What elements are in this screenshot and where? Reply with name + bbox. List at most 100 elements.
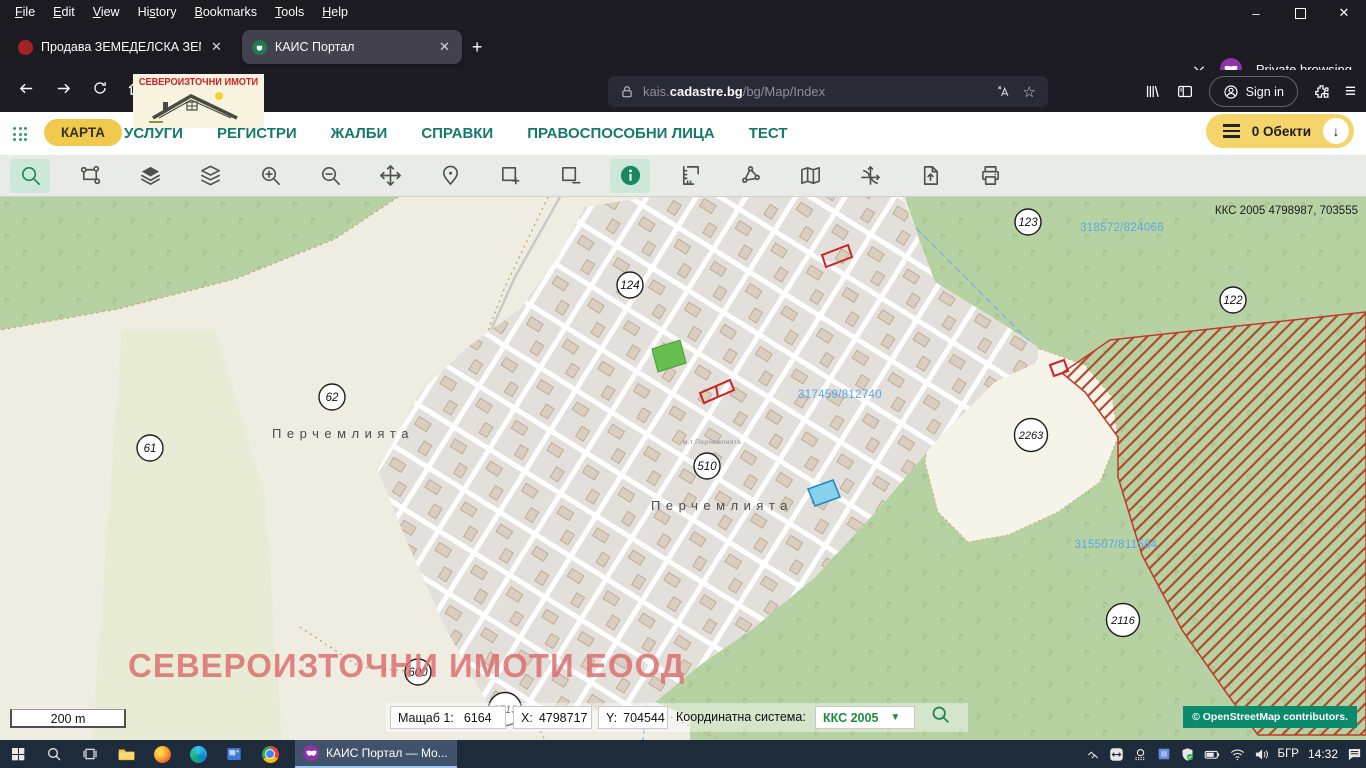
tray-hidden-icons[interactable]	[1086, 747, 1100, 761]
menu-file[interactable]: File	[6, 2, 44, 22]
objects-button[interactable]: 0 Обекти ↓	[1206, 114, 1354, 148]
menu-history[interactable]: History	[129, 2, 186, 22]
translate-icon[interactable]	[996, 84, 1011, 99]
bookmark-star-icon[interactable]: ☆	[1023, 83, 1036, 101]
nav-item-правоспособни-лица[interactable]: ПРАВОСПОСОБНИ ЛИЦА	[527, 125, 715, 142]
parcel-id-label: 318572/824066	[1080, 222, 1164, 234]
screen-record-icon[interactable]	[1133, 747, 1148, 762]
file-explorer-icon[interactable]	[108, 740, 144, 768]
cadastre-circle-label: 2116	[1107, 604, 1140, 637]
map-coords-readout: ККС 2005 4798987, 703555	[1215, 205, 1358, 217]
wifi-icon[interactable]	[1230, 748, 1245, 761]
tab-2-close-icon[interactable]: ✕	[437, 39, 452, 55]
tool-fold-map-icon[interactable]	[790, 159, 830, 193]
map-search-button[interactable]	[930, 704, 951, 730]
maximize-button[interactable]	[1278, 0, 1322, 26]
battery-icon[interactable]	[1204, 748, 1221, 761]
tool-layers-base-icon[interactable]	[130, 159, 170, 193]
menu-hamburger-icon[interactable]: ≡	[1345, 81, 1356, 103]
tab-1[interactable]: Продава ЗЕМЕДЕЛСКА ЗЕМЯ в ✕	[8, 30, 234, 64]
clock[interactable]: 14:32	[1308, 747, 1338, 761]
library-icon[interactable]	[1144, 83, 1161, 100]
tool-pin-icon[interactable]	[430, 159, 470, 193]
firefox-icon[interactable]	[144, 740, 180, 768]
start-button[interactable]	[0, 740, 36, 768]
back-icon[interactable]	[18, 80, 35, 102]
map-canvas[interactable]: 318572/824066317459/812740315507/811584 …	[0, 197, 1366, 740]
menu-tools[interactable]: Tools	[266, 2, 313, 22]
apps-grid-icon[interactable]	[13, 127, 28, 142]
volume-icon[interactable]	[1254, 748, 1269, 761]
browser-menubar: FileEditViewHistoryBookmarksToolsHelp – …	[0, 0, 1366, 24]
tool-rect-plus-icon[interactable]	[490, 159, 530, 193]
y-coordinate-input[interactable]: Y:704544	[598, 706, 668, 729]
tool-print-icon[interactable]	[970, 159, 1010, 193]
edge-icon[interactable]	[180, 740, 216, 768]
nav-item-справки[interactable]: СПРАВКИ	[421, 125, 493, 142]
tool-rect-minus-icon[interactable]	[550, 159, 590, 193]
cadastre-circle-label: 510	[694, 453, 720, 479]
account-icon	[1223, 84, 1239, 100]
menu-view[interactable]: View	[84, 2, 129, 22]
place-label: м.т.Перчемлията	[683, 439, 742, 446]
menu-edit[interactable]: Edit	[44, 2, 84, 22]
menu-bookmarks[interactable]: Bookmarks	[186, 2, 267, 22]
svg-text:123: 123	[1018, 217, 1038, 229]
tab-1-close-icon[interactable]: ✕	[209, 39, 224, 55]
tool-measure-icon[interactable]	[670, 159, 710, 193]
svg-text:122: 122	[1223, 295, 1243, 307]
tray-app-icon[interactable]	[1157, 747, 1171, 761]
tab-2[interactable]: КАИС Портал ✕	[242, 30, 462, 64]
map-attribution[interactable]: © OpenStreetMap contributors.	[1183, 706, 1357, 728]
keyboard-language[interactable]: БГР	[1278, 748, 1299, 760]
teamviewer-icon[interactable]	[1109, 747, 1124, 762]
browser-tabbar: Продава ЗЕМЕДЕЛСКА ЗЕМЯ в ✕ КАИС Портал …	[0, 24, 1366, 70]
reload-icon[interactable]	[92, 80, 108, 101]
new-tab-button[interactable]: +	[472, 37, 483, 58]
nav-item-жалби[interactable]: ЖАЛБИ	[331, 125, 388, 142]
tool-export-icon[interactable]	[910, 159, 950, 193]
extensions-puzzle-icon[interactable]	[1313, 83, 1330, 100]
sidebar-icon[interactable]	[1176, 83, 1194, 100]
chrome-icon[interactable]	[252, 740, 288, 768]
cadastre-circle-label: 124	[617, 272, 643, 298]
url-bar[interactable]: kais.cadastre.bg/bg/Map/Index ☆	[608, 76, 1048, 107]
crs-select[interactable]: ККС 2005▼	[815, 706, 915, 729]
tool-zoom-out-icon[interactable]	[310, 159, 350, 193]
tab-1-favicon	[18, 40, 33, 55]
tool-axes-icon[interactable]	[850, 159, 890, 193]
scale-input[interactable]: Мащаб 1:6164	[390, 706, 506, 729]
watermark-logo-title: СЕВЕРОИЗТОЧНИ ИМОТИ	[138, 74, 259, 88]
taskbar-private-firefox-icon	[303, 745, 319, 761]
nav-item-тест[interactable]: ТЕСТ	[749, 125, 788, 142]
sign-in-button[interactable]: Sign in	[1209, 76, 1298, 107]
taskbar-search-icon[interactable]	[36, 740, 72, 768]
objects-collapse-icon[interactable]: ↓	[1323, 118, 1349, 144]
nav-item-karta-active[interactable]: КАРТА	[44, 119, 122, 146]
tool-search-icon[interactable]	[10, 159, 50, 193]
tool-pan-icon[interactable]	[370, 159, 410, 193]
map-watermark-text: СЕВЕРОИЗТОЧНИ ИМОТИ ЕООД	[128, 647, 685, 684]
photos-app-icon[interactable]	[216, 740, 252, 768]
map-scale-bar: 200 m	[10, 709, 126, 728]
tool-polygon-icon[interactable]	[730, 159, 770, 193]
minimize-button[interactable]: –	[1234, 0, 1278, 26]
taskbar-active-window[interactable]: КАИС Портал — Mo...	[295, 740, 457, 768]
tool-info-icon[interactable]	[610, 159, 650, 193]
menu-help[interactable]: Help	[313, 2, 357, 22]
cadastre-circle-label: 123	[1015, 209, 1041, 235]
crs-label: Координатна система:	[676, 706, 806, 729]
tool-zoom-in-icon[interactable]	[250, 159, 290, 193]
action-center-icon[interactable]	[1347, 747, 1362, 761]
task-view-icon[interactable]	[72, 740, 108, 768]
tool-layers-icon[interactable]	[190, 159, 230, 193]
windows-security-icon[interactable]	[1180, 747, 1195, 762]
lock-icon	[620, 85, 634, 99]
close-button[interactable]: ✕	[1322, 0, 1366, 26]
x-coordinate-input[interactable]: X:4798717	[513, 706, 592, 729]
tab-2-title: КАИС Портал	[275, 40, 355, 54]
system-tray: БГР 14:32	[1086, 740, 1362, 768]
tool-flow-icon[interactable]	[70, 159, 110, 193]
svg-text:61: 61	[144, 443, 157, 455]
forward-icon[interactable]	[55, 80, 72, 102]
